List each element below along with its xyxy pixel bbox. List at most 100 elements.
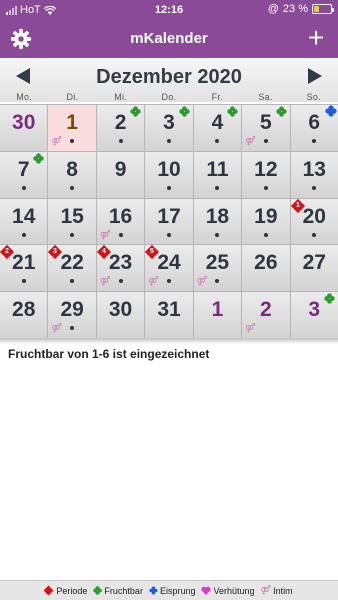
- legend-fruchtbar-label: Fruchtbar: [104, 585, 143, 596]
- day-number: 1: [66, 111, 78, 134]
- day-cell[interactable]: 4: [193, 105, 242, 151]
- day-number: 28: [12, 298, 36, 322]
- periode-day-badge: 1: [290, 198, 305, 213]
- weekday-label: Sa.: [258, 92, 273, 102]
- intim-icon: ⚤: [245, 136, 256, 146]
- battery-icon: [312, 4, 334, 14]
- intim-icon: ⚤: [51, 323, 62, 334]
- month-title: Dezember 2020: [96, 66, 242, 88]
- day-cell[interactable]: 18: [193, 198, 242, 245]
- day-cell[interactable]: 25 ⚤: [193, 245, 242, 292]
- day-cell[interactable]: 22 3: [48, 245, 96, 292]
- day-cell[interactable]: 29 ⚤: [48, 292, 96, 338]
- day-cell[interactable]: 15: [48, 198, 96, 245]
- day-cell[interactable]: 5 ⚤: [242, 105, 290, 151]
- day-cell[interactable]: 10: [145, 151, 193, 198]
- day-cell[interactable]: 20 1: [290, 198, 338, 245]
- event-dot-icon: [70, 185, 75, 190]
- eisprung-flower-icon: [325, 105, 337, 117]
- day-number: 19: [254, 204, 278, 228]
- day-number: 11: [206, 157, 229, 181]
- day-cell[interactable]: 23 4 ⚤: [96, 245, 145, 292]
- clover-icon: [93, 586, 103, 595]
- next-month-arrow-icon[interactable]: [308, 68, 322, 84]
- day-cell[interactable]: 11: [193, 151, 242, 198]
- day-number: 10: [157, 157, 181, 181]
- event-dot-icon: [166, 279, 171, 284]
- day-cell[interactable]: 8: [48, 151, 96, 198]
- event-dot-icon: [263, 185, 268, 190]
- day-cell[interactable]: 24 5 ⚤: [145, 245, 193, 292]
- weekday-header: Mo. Di. Mi. Do. Fr. Sa. So.: [0, 92, 338, 104]
- intim-icon: ⚤: [99, 276, 111, 287]
- weekday-label: So.: [306, 92, 322, 102]
- day-number: 9: [114, 157, 127, 181]
- legend-verhuetung-label: Verhütung: [213, 585, 255, 596]
- day-cell[interactable]: 30: [0, 105, 48, 151]
- day-cell[interactable]: 26: [242, 245, 290, 292]
- day-number: 25: [205, 251, 230, 275]
- day-cell[interactable]: 7: [0, 151, 48, 198]
- event-dot-icon: [215, 139, 220, 143]
- day-cell[interactable]: 19: [242, 198, 290, 245]
- day-cell[interactable]: 6: [290, 105, 338, 151]
- weekday-label: Do.: [161, 92, 177, 102]
- periode-day-number: 2: [5, 248, 9, 256]
- day-cell[interactable]: 21 2: [0, 245, 48, 292]
- day-number: 14: [12, 204, 36, 228]
- periode-day-number: 5: [150, 248, 155, 256]
- intim-icon: ⚤: [260, 585, 272, 595]
- add-button[interactable]: +: [304, 24, 328, 52]
- heart-icon: [201, 586, 212, 595]
- event-dot-icon: [312, 232, 317, 237]
- periode-day-number: 4: [101, 248, 106, 256]
- event-dot-icon: [166, 232, 171, 237]
- weekday-label: Di.: [66, 92, 79, 102]
- day-number: 13: [302, 157, 326, 181]
- event-dot-icon: [312, 139, 317, 143]
- legend-periode-label: Periode: [56, 585, 88, 596]
- day-number: 18: [205, 204, 230, 228]
- event-dot-icon: [118, 232, 123, 237]
- day-number: 27: [302, 251, 326, 275]
- day-number: 29: [60, 298, 84, 322]
- event-dot-icon: [263, 232, 268, 237]
- day-number: 30: [12, 111, 36, 134]
- day-cell[interactable]: 12: [242, 151, 290, 198]
- legend-eisprung-label: Eisprung: [159, 585, 196, 596]
- event-dot-icon: [215, 279, 220, 284]
- rotation-lock-icon: @: [267, 3, 279, 15]
- intim-icon: ⚤: [148, 276, 159, 287]
- day-cell[interactable]: 27: [290, 245, 338, 292]
- event-dot-icon: [118, 139, 123, 143]
- day-cell[interactable]: 3: [145, 105, 193, 151]
- day-number: 1: [211, 298, 224, 322]
- day-cell[interactable]: 13: [290, 151, 338, 198]
- day-cell[interactable]: 2 ⚤: [242, 292, 290, 338]
- legend-verhuetung: Verhütung: [201, 585, 255, 596]
- day-cell[interactable]: 3: [290, 292, 338, 338]
- day-cell[interactable]: 31: [145, 292, 193, 338]
- event-dot-icon: [215, 232, 220, 237]
- fruchtbar-clover-icon: [179, 106, 190, 117]
- day-cell[interactable]: 17: [145, 198, 193, 245]
- day-cell[interactable]: 16 ⚤: [96, 198, 145, 245]
- day-cell[interactable]: 9: [96, 151, 145, 198]
- day-cell[interactable]: 2: [96, 105, 145, 151]
- day-cell[interactable]: 30: [96, 292, 145, 338]
- day-cell[interactable]: 14: [0, 198, 48, 245]
- day-cell[interactable]: 1: [193, 292, 242, 338]
- event-dot-icon: [21, 232, 26, 237]
- day-number: 30: [108, 298, 133, 322]
- periode-day-number: 1: [295, 201, 300, 209]
- event-dot-icon: [215, 185, 220, 190]
- battery-percent: 23 %: [282, 3, 308, 15]
- day-cell-today[interactable]: 1 ⚤: [48, 105, 96, 151]
- day-cell[interactable]: 28: [0, 292, 48, 338]
- note-text: Fruchtbar von 1-6 ist eingezeichnet: [8, 347, 210, 361]
- day-number: 8: [66, 157, 78, 181]
- legend-fruchtbar: Fruchtbar: [93, 586, 143, 596]
- intim-icon: ⚤: [99, 229, 111, 240]
- day-number: 31: [157, 298, 181, 322]
- legend-periode: Periode: [43, 585, 88, 596]
